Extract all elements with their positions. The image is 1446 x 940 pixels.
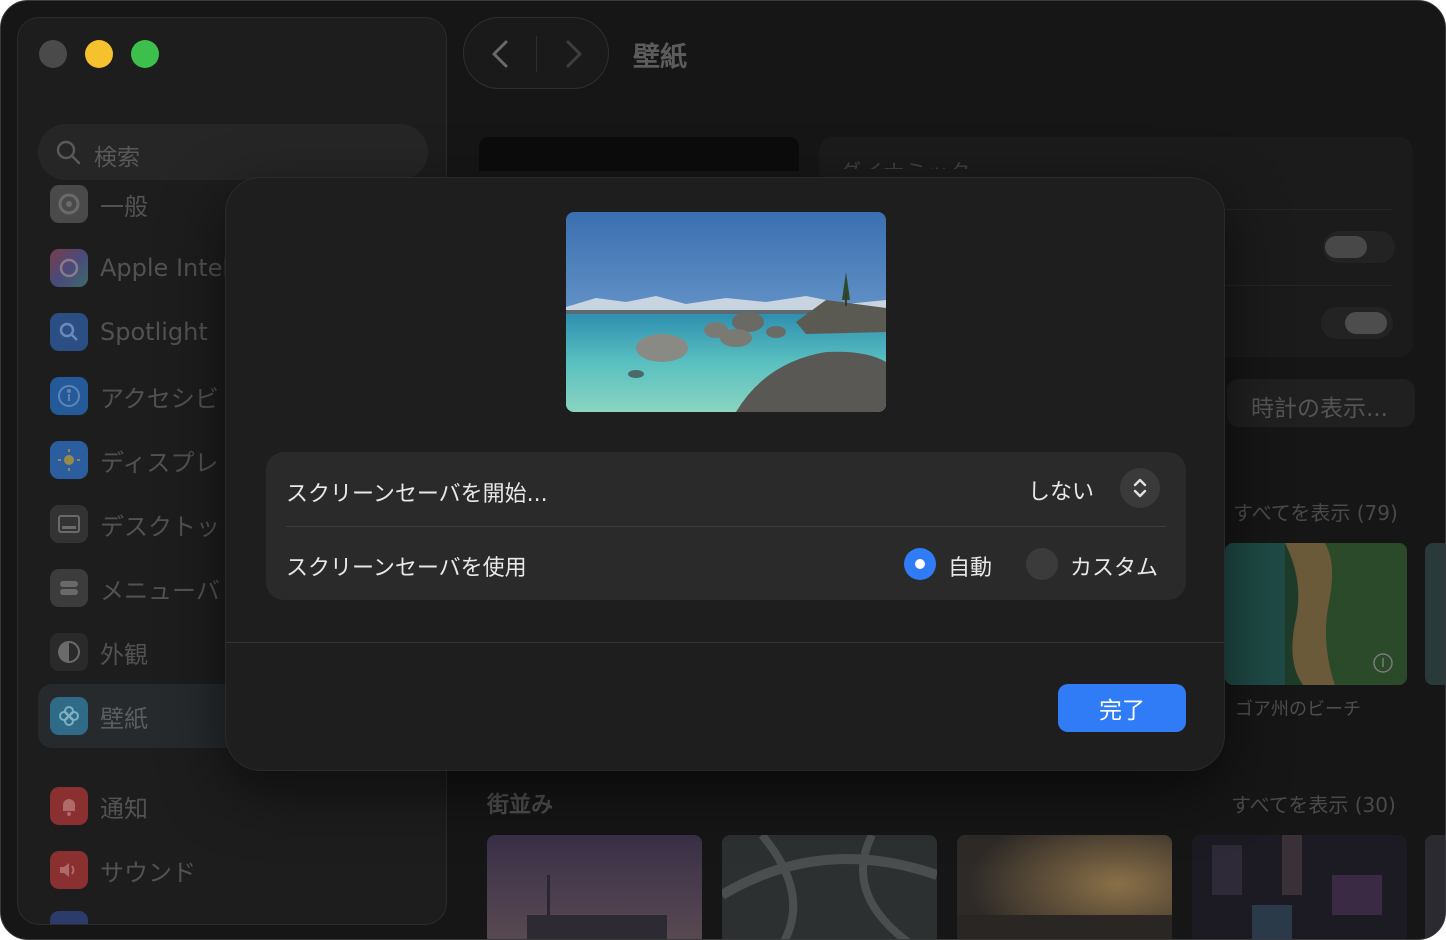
dock-icon [50, 505, 88, 543]
custom-radio-label[interactable]: カスタム [1070, 550, 1158, 582]
sidebar-item-label: 一般 [100, 192, 148, 221]
wallpaper-thumbnail-partial[interactable] [1425, 835, 1445, 939]
section-title-cityscapes: 街並み [487, 793, 554, 818]
wallpaper-caption: ゴア州のビーチ [1235, 699, 1361, 720]
sidebar-item-label: 壁紙 [100, 704, 148, 733]
sidebar-item-label: 外観 [100, 640, 148, 669]
sheet-divider [226, 642, 1224, 643]
navigation-buttons [463, 17, 609, 89]
start-screensaver-popup-button[interactable] [1120, 468, 1160, 508]
start-screensaver-label: スクリーンセーバを開始... [286, 482, 548, 507]
sidebar-item-label: Apple Intel [100, 254, 230, 282]
chevron-left-icon[interactable] [486, 38, 516, 70]
close-window-button[interactable] [39, 40, 67, 68]
chevron-right-icon[interactable] [558, 38, 588, 70]
option-toggle[interactable] [1323, 231, 1395, 263]
done-button[interactable]: 完了 [1058, 684, 1186, 732]
sidebar-item-label: デスクトッ [100, 512, 220, 541]
clock-display-button[interactable]: 時計の表示... [1227, 379, 1415, 427]
wallpaper-thumbnail-city-1[interactable] [487, 835, 702, 939]
accessibility-icon [50, 377, 88, 415]
speaker-icon [50, 851, 88, 889]
sidebar-item-partial[interactable] [38, 898, 438, 924]
appearance-icon [50, 633, 88, 671]
sidebar-item-label: Spotlight [100, 318, 208, 346]
screensaver-settings-group: スクリーンセーバを開始... しない スクリーンセーバを使用 自動 カスタム [266, 452, 1186, 600]
chevron-up-down-icon [1133, 478, 1147, 498]
search-placeholder: 検索 [94, 145, 140, 171]
highway-aerial-image [722, 835, 937, 939]
screensaver-sheet: スクリーンセーバを開始... しない スクリーンセーバを使用 自動 カスタム 完… [225, 177, 1225, 771]
sidebar-item-label: メニューバ [100, 576, 220, 605]
show-all-link[interactable]: すべてを表示 (30) [1231, 789, 1396, 818]
menubar-icon [50, 569, 88, 607]
maximize-window-button[interactable] [131, 40, 159, 68]
minimize-window-button[interactable] [85, 40, 113, 68]
wallpaper-thumbnail-city-4[interactable] [1192, 835, 1407, 939]
search-icon [56, 140, 81, 165]
wallpaper-thumbnail-goa-beach[interactable] [1225, 543, 1407, 685]
magnifier-icon [50, 313, 88, 351]
brightness-icon [50, 441, 88, 479]
city-dusk-image [487, 835, 702, 939]
settings-window: 検索 一般 Apple Intel Spotlight アクセシビ ディスプレ … [0, 0, 1446, 940]
sidebar-item-label: 通知 [100, 794, 148, 823]
auto-radio[interactable] [904, 548, 936, 580]
wallpaper-current-preview [479, 137, 799, 171]
sidebar-item-label: サウンド [100, 858, 196, 887]
divider [1225, 285, 1393, 286]
wallpaper-thumbnail-partial[interactable] [1425, 543, 1445, 685]
beach-aerial-image [1225, 543, 1407, 685]
page-title: 壁紙 [633, 42, 687, 73]
row-divider [286, 526, 1166, 527]
bell-icon [50, 787, 88, 825]
lake-tahoe-image [566, 212, 886, 412]
panel-title: ダイナミック [839, 155, 971, 169]
wallpaper-thumbnail-city-3[interactable] [957, 835, 1172, 939]
sidebar-item-sound[interactable]: サウンド [38, 838, 438, 902]
auto-radio-label[interactable]: 自動 [948, 550, 992, 582]
clock-display-label: 時計の表示... [1251, 396, 1388, 422]
screensaver-preview [566, 212, 886, 412]
sidebar-item-notifications[interactable]: 通知 [38, 774, 438, 838]
city-sunset-image [957, 835, 1172, 939]
option-toggle[interactable] [1321, 307, 1393, 339]
wallpaper-thumbnail-city-2[interactable] [722, 835, 937, 939]
start-screensaver-value[interactable]: しない [1028, 474, 1094, 506]
divider [1225, 209, 1393, 210]
apple-intelligence-icon [50, 249, 88, 287]
wallpaper-icon [50, 697, 88, 735]
gear-icon [50, 185, 88, 223]
city-night-aerial-image [1192, 835, 1407, 939]
focus-icon [50, 911, 88, 924]
sidebar-item-label: ディスプレ [100, 448, 219, 477]
nav-divider [536, 36, 537, 72]
use-screensaver-label: スクリーンセーバを使用 [286, 556, 527, 581]
show-all-link[interactable]: すべてを表示 (79) [1233, 497, 1398, 526]
custom-radio[interactable] [1026, 548, 1058, 580]
sidebar-item-label: アクセシビ [100, 384, 219, 413]
